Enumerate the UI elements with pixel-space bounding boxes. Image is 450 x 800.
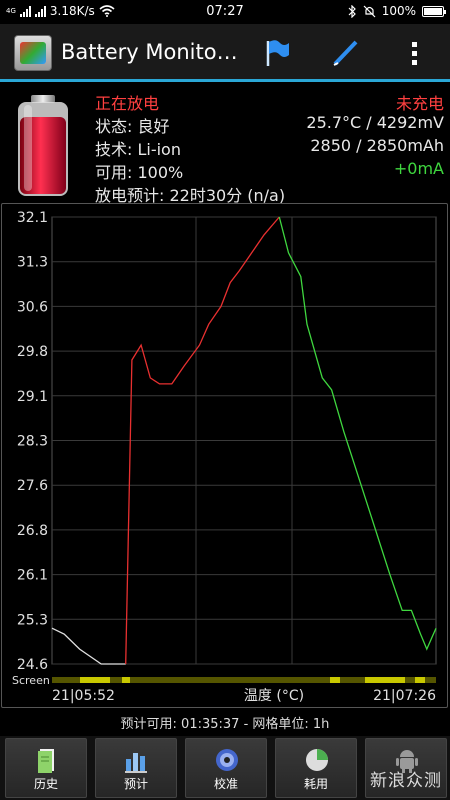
battery-info-panel: 正在放电 未充电 状态: 良好 25.7°C / 4292mV 技术: Li-i… (0, 85, 450, 205)
y-tick-label: 26.1 (17, 568, 48, 584)
y-tick-label: 32.1 (17, 210, 48, 226)
estimate-footer: 预计可用: 01:35:37 - 网格单位: 1h (120, 717, 330, 732)
usage-icon (306, 749, 328, 771)
tab-calibrate[interactable]: 校准 (185, 738, 267, 798)
watermark-text: 新浪众测 (370, 771, 442, 791)
screen-on-segment (330, 677, 340, 683)
health-status: 状态: 良好 (95, 117, 170, 136)
tab-estimate-label: 预计 (123, 777, 148, 791)
mute-bell-icon (363, 5, 376, 17)
screen-on-segment (122, 677, 130, 683)
battery-level-icon (18, 95, 68, 196)
available-level: 可用: 100% (95, 163, 184, 182)
y-tick-label: 25.3 (17, 612, 48, 628)
x-end-label: 21|07:26 (373, 688, 436, 704)
screen-on-segment (365, 677, 405, 683)
y-tick-label: 27.6 (17, 478, 48, 494)
app-icon[interactable] (14, 35, 52, 71)
y-tick-label: 26.8 (17, 523, 48, 539)
y-tick-label: 29.1 (17, 389, 48, 405)
tab-usage[interactable]: 耗用 (275, 738, 357, 798)
discharge-state: 正在放电 (95, 94, 160, 113)
app-title: Battery Monito… (61, 40, 238, 64)
bluetooth-icon (348, 4, 356, 18)
status-bar: 4G 3.18K/s 07:27 100% (0, 0, 450, 24)
y-tick-label: 28.3 (17, 434, 48, 450)
y-tick-label: 24.6 (17, 657, 48, 673)
current-draw: +0mA (393, 159, 444, 178)
charge-state: 未充电 (395, 94, 444, 113)
tab-usage-label: 耗用 (303, 777, 328, 791)
tab-estimate[interactable]: 预计 (95, 738, 177, 798)
status-right: 100% (348, 4, 446, 18)
y-tick-label: 29.8 (17, 344, 48, 360)
overflow-menu-icon[interactable] (400, 38, 430, 68)
temperature-chart[interactable]: 32.1 31.3 30.6 29.8 29.1 28.3 27.6 26.8 26.1 25.3… (0, 203, 450, 708)
y-tick-label: 31.3 (17, 255, 48, 271)
history-icon (38, 749, 54, 773)
battery-icon (422, 5, 446, 17)
screen-on-segment (80, 677, 110, 683)
tab-calibrate-label: 校准 (213, 777, 238, 791)
pencil-icon[interactable] (330, 38, 360, 68)
estimate-icon (125, 753, 147, 773)
calibrate-icon (216, 749, 238, 771)
x-start-label: 21|05:52 (52, 688, 115, 704)
battery-percent: 100% (381, 4, 416, 18)
x-axis-label: 温度 (°C) (244, 688, 304, 704)
flag-icon[interactable] (262, 38, 292, 68)
tab-history[interactable]: 历史 (5, 738, 87, 798)
temp-voltage: 25.7°C / 4292mV (306, 113, 444, 132)
battery-capacity: 2850 / 2850mAh (310, 136, 444, 155)
screen-on-segment (415, 677, 425, 683)
screen-label: Screen (12, 674, 50, 687)
tab-history-label: 历史 (33, 777, 58, 791)
chart-svg: 32.1 31.3 30.6 29.8 29.1 28.3 27.6 26.8 26.1 25.3… (12, 210, 437, 704)
battery-technology: 技术: Li-ion (95, 140, 181, 159)
action-bar: Battery Monito… (0, 24, 450, 82)
y-tick-label: 30.6 (17, 299, 48, 315)
